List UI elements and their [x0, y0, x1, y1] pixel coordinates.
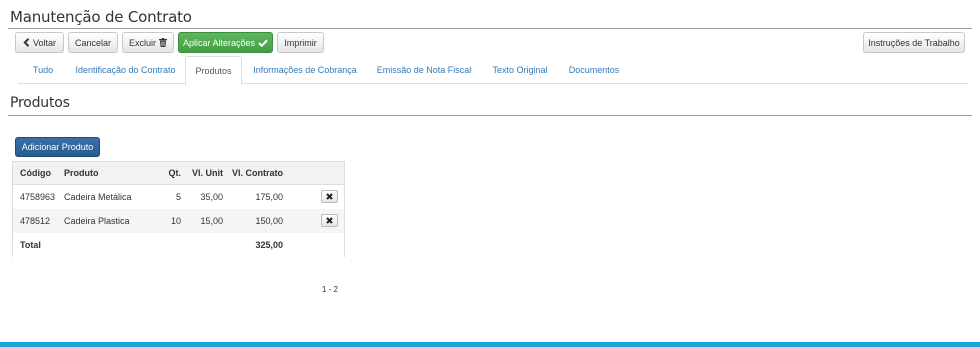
work-instructions-label: Instruções de Trabalho: [868, 37, 960, 48]
cancel-button-label: Cancelar: [74, 37, 112, 48]
tab-label: Identificação do Contrato: [75, 65, 176, 75]
tab-documentos[interactable]: Documentos: [558, 56, 630, 84]
delete-button[interactable]: Excluir: [122, 32, 174, 53]
section-divider: [8, 115, 972, 116]
cell-unit-value: 15,00: [200, 216, 223, 226]
table-header: Código Produto Qt. Vl. Unit Vl. Contrato: [13, 162, 344, 185]
work-instructions-button[interactable]: Instruções de Trabalho: [863, 32, 965, 53]
add-product-button[interactable]: Adicionar Produto: [15, 137, 100, 157]
apply-changes-button[interactable]: Aplicar Alterações: [178, 32, 273, 53]
add-product-label: Adicionar Produto: [21, 142, 94, 152]
products-table: Código Produto Qt. Vl. Unit Vl. Contrato…: [12, 161, 345, 257]
print-button-label: Imprimir: [284, 37, 317, 48]
table-row: 4758963 Cadeira Metálica 5 35,00 175,00: [13, 185, 344, 209]
cancel-button[interactable]: Cancelar: [68, 32, 118, 53]
column-header-product: Produto: [64, 168, 99, 178]
cell-product: Cadeira Plastica: [64, 216, 130, 226]
tab-tudo[interactable]: Tudo: [18, 56, 68, 84]
tab-label: Emissão de Nota Fiscal: [376, 65, 472, 75]
tab-identificacao-contrato[interactable]: Identificação do Contrato: [68, 56, 183, 84]
cell-code: 478512: [20, 216, 51, 226]
tab-emissao-nota-fiscal[interactable]: Emissão de Nota Fiscal: [366, 56, 482, 84]
title-divider: [8, 28, 972, 29]
section-title: Produtos: [10, 95, 70, 111]
column-header-code: Código: [20, 168, 51, 178]
tab-produtos[interactable]: Produtos: [185, 56, 242, 85]
trash-icon: [159, 38, 167, 47]
tab-label: Documentos: [568, 65, 620, 75]
column-header-qty: Qt.: [168, 168, 182, 178]
cell-code: 4758963: [20, 192, 56, 202]
delete-button-label: Excluir: [128, 37, 156, 48]
pagination-info: 1 - 2: [321, 285, 338, 294]
check-icon: [258, 39, 268, 47]
back-button-label: Voltar: [32, 37, 56, 48]
tab-label: Tudo: [32, 65, 54, 75]
total-value: 325,00: [255, 240, 283, 250]
times-icon: [326, 192, 333, 202]
column-header-contract-value: Vl. Contrato: [232, 168, 283, 178]
print-button[interactable]: Imprimir: [277, 32, 324, 53]
cell-contract-value: 150,00: [255, 216, 283, 226]
remove-row-button[interactable]: [321, 214, 338, 227]
cell-qty: 10: [170, 216, 181, 226]
column-header-unit-value: Vl. Unit: [192, 168, 223, 178]
table-row: 478512 Cadeira Plastica 10 15,00 150,00: [13, 209, 344, 233]
tab-bar: Tudo Identificação do Contrato Produtos …: [18, 56, 968, 85]
tab-label: Texto Original: [492, 65, 548, 75]
cell-product: Cadeira Metálica: [64, 192, 132, 202]
cell-contract-value: 175,00: [255, 192, 283, 202]
tab-informacoes-cobranca[interactable]: Informações de Cobrança: [244, 56, 366, 84]
remove-row-button[interactable]: [321, 190, 338, 203]
total-label: Total: [20, 240, 41, 250]
chevron-left-icon: [23, 38, 30, 47]
tab-label: Produtos: [195, 65, 232, 76]
cell-unit-value: 35,00: [200, 192, 223, 202]
cell-qty: 5: [175, 192, 181, 202]
page-title: Manutenção de Contrato: [10, 8, 192, 26]
times-icon: [326, 216, 333, 226]
apply-changes-label: Aplicar Alterações: [182, 37, 256, 48]
tab-texto-original[interactable]: Texto Original: [484, 56, 556, 84]
footer-bar: [0, 342, 980, 347]
back-button[interactable]: Voltar: [15, 32, 64, 53]
table-total-row: Total 325,00: [13, 233, 344, 257]
tab-label: Informações de Cobrança: [253, 65, 357, 75]
